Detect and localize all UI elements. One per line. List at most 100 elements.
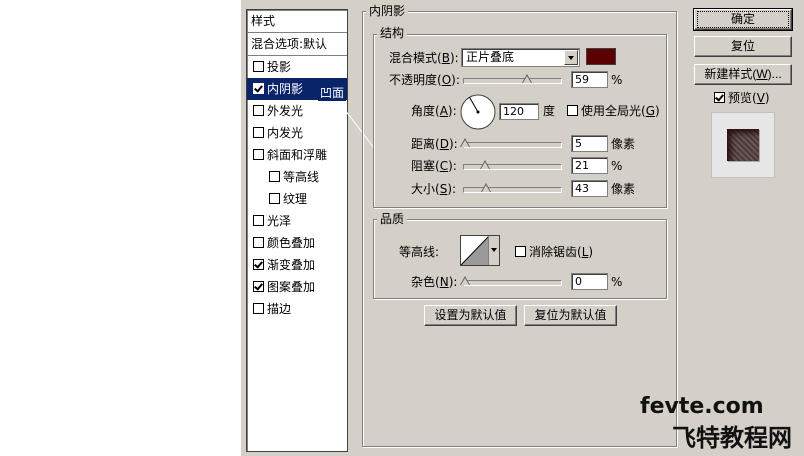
style-item-label: 渐变叠加 bbox=[267, 258, 316, 272]
angle-dial[interactable] bbox=[459, 93, 497, 131]
antialias-check[interactable] bbox=[515, 246, 526, 257]
style-item[interactable]: 渐变叠加 bbox=[247, 254, 347, 276]
style-preview-swatch bbox=[727, 129, 759, 161]
set-default-button[interactable]: 设置为默认值 bbox=[424, 305, 517, 326]
angle-label: 角度(A): bbox=[411, 104, 457, 118]
styles-list: 样式 混合选项:默认 投影内阴影外发光内发光斜面和浮雕等高线纹理光泽颜色叠加渐变… bbox=[246, 9, 348, 452]
style-item-checkbox[interactable] bbox=[253, 83, 264, 94]
watermark-domain: fevte.com bbox=[640, 394, 764, 419]
style-item-checkbox[interactable] bbox=[253, 303, 264, 314]
contour-dropdown-icon[interactable] bbox=[488, 236, 499, 265]
style-item[interactable]: 投影 bbox=[247, 56, 347, 78]
style-item[interactable]: 外发光 bbox=[247, 100, 347, 122]
contour-picker[interactable] bbox=[460, 235, 500, 266]
style-preview-thumbnail bbox=[711, 112, 775, 178]
style-item[interactable]: 内发光 bbox=[247, 122, 347, 144]
angle-input[interactable]: 120 bbox=[499, 103, 539, 120]
style-item[interactable]: 颜色叠加 bbox=[247, 232, 347, 254]
structure-title: 结构 bbox=[377, 26, 408, 40]
style-item-checkbox[interactable] bbox=[253, 61, 264, 72]
style-item-checkbox[interactable] bbox=[253, 149, 264, 160]
preview-checkbox[interactable]: 预览(V) bbox=[714, 89, 770, 107]
opacity-label: 不透明度(O): bbox=[389, 73, 460, 87]
style-item-label: 等高线 bbox=[283, 170, 320, 184]
style-item[interactable]: 描边 bbox=[247, 298, 347, 320]
choke-unit: % bbox=[611, 159, 623, 173]
opacity-slider[interactable] bbox=[463, 74, 562, 84]
style-item-checkbox[interactable] bbox=[253, 281, 264, 292]
distance-slider-thumb[interactable] bbox=[460, 138, 470, 147]
tooltip-concave: 凹面 bbox=[318, 85, 347, 101]
new-style-suffix: )... bbox=[767, 67, 782, 81]
style-item[interactable]: 斜面和浮雕 bbox=[247, 144, 347, 166]
style-item-checkbox[interactable] bbox=[253, 105, 264, 116]
size-slider[interactable] bbox=[463, 183, 562, 193]
shadow-color-swatch[interactable] bbox=[586, 48, 616, 65]
opacity-input[interactable]: 59 bbox=[571, 71, 608, 88]
contour-preview-icon bbox=[461, 236, 489, 265]
style-item-checkbox[interactable] bbox=[253, 127, 264, 138]
style-item-checkbox[interactable] bbox=[253, 259, 264, 270]
opacity-unit: % bbox=[611, 73, 623, 87]
choke-label: 阻塞(C): bbox=[411, 159, 457, 173]
global-light-check[interactable] bbox=[567, 105, 578, 116]
style-item-label: 纹理 bbox=[283, 192, 308, 206]
style-item-label: 颜色叠加 bbox=[267, 236, 316, 250]
styles-list-header[interactable]: 样式 bbox=[247, 10, 347, 33]
style-item-label: 图案叠加 bbox=[267, 280, 316, 294]
style-item-checkbox[interactable] bbox=[253, 215, 264, 226]
angle-unit: 度 bbox=[543, 104, 556, 118]
style-item-checkbox[interactable] bbox=[269, 171, 280, 182]
opacity-slider-thumb[interactable] bbox=[522, 74, 532, 83]
new-style-label: 新建样式( bbox=[704, 67, 757, 81]
style-item-label: 内发光 bbox=[267, 126, 304, 140]
size-input[interactable]: 43 bbox=[571, 180, 608, 197]
style-item[interactable]: 光泽 bbox=[247, 210, 347, 232]
style-item-label: 外发光 bbox=[267, 104, 304, 118]
watermark-sitename: 飞特教程网 bbox=[672, 424, 792, 452]
preview-check[interactable] bbox=[714, 92, 725, 103]
distance-label: 距离(D): bbox=[411, 137, 458, 151]
size-slider-thumb[interactable] bbox=[481, 183, 491, 192]
style-item-label: 投影 bbox=[267, 60, 292, 74]
blend-mode-label: 混合模式(B): bbox=[389, 51, 459, 65]
noise-label: 杂色(N): bbox=[411, 275, 458, 289]
noise-input[interactable]: 0 bbox=[571, 273, 608, 290]
contour-label: 等高线: bbox=[399, 245, 440, 259]
quality-title: 品质 bbox=[377, 212, 408, 226]
noise-unit: % bbox=[611, 275, 623, 289]
style-item-label: 光泽 bbox=[267, 214, 292, 228]
antialias-checkbox[interactable]: 消除锯齿(L) bbox=[515, 243, 593, 261]
inner-shadow-title: 内阴影 bbox=[366, 4, 409, 18]
style-item[interactable]: 图案叠加 bbox=[247, 276, 347, 298]
choke-slider-thumb[interactable] bbox=[480, 160, 490, 169]
layer-style-dialog: 样式 混合选项:默认 投影 内阴影 外发光 内发光 斜面和浮雕 等高线 纹理 光泽 颜色叠加 渐变… bbox=[241, 0, 804, 456]
reset-default-button[interactable]: 复位为默认值 bbox=[524, 305, 617, 326]
style-item-label: 内阴影 bbox=[267, 82, 304, 96]
new-style-key: W bbox=[756, 67, 768, 81]
style-item[interactable]: 纹理 bbox=[247, 188, 347, 210]
distance-slider[interactable] bbox=[460, 138, 562, 148]
ok-button-label: 确定 bbox=[697, 11, 789, 28]
blend-mode-select[interactable]: 正片叠底 bbox=[461, 48, 580, 67]
size-label: 大小(S): bbox=[411, 182, 457, 196]
ok-button[interactable]: 确定 bbox=[693, 8, 793, 31]
size-unit: 像素 bbox=[611, 182, 636, 196]
choke-slider[interactable] bbox=[463, 160, 562, 170]
distance-unit: 像素 bbox=[611, 137, 636, 151]
style-item-label: 斜面和浮雕 bbox=[267, 148, 328, 162]
blend-options-item[interactable]: 混合选项:默认 bbox=[247, 33, 347, 56]
style-item-label: 描边 bbox=[267, 302, 292, 316]
chevron-down-icon[interactable] bbox=[564, 50, 578, 65]
style-item[interactable]: 等高线 bbox=[247, 166, 347, 188]
noise-slider[interactable] bbox=[460, 276, 562, 286]
style-item-checkbox[interactable] bbox=[253, 237, 264, 248]
global-light-checkbox[interactable]: 使用全局光(G) bbox=[567, 102, 660, 120]
distance-input[interactable]: 5 bbox=[571, 135, 608, 152]
choke-input[interactable]: 21 bbox=[571, 157, 608, 174]
style-item-checkbox[interactable] bbox=[269, 193, 280, 204]
blend-mode-value: 正片叠底 bbox=[466, 50, 515, 64]
new-style-button[interactable]: 新建样式(W)... bbox=[694, 64, 792, 85]
noise-slider-thumb[interactable] bbox=[460, 276, 470, 285]
reset-button[interactable]: 复位 bbox=[694, 36, 792, 57]
